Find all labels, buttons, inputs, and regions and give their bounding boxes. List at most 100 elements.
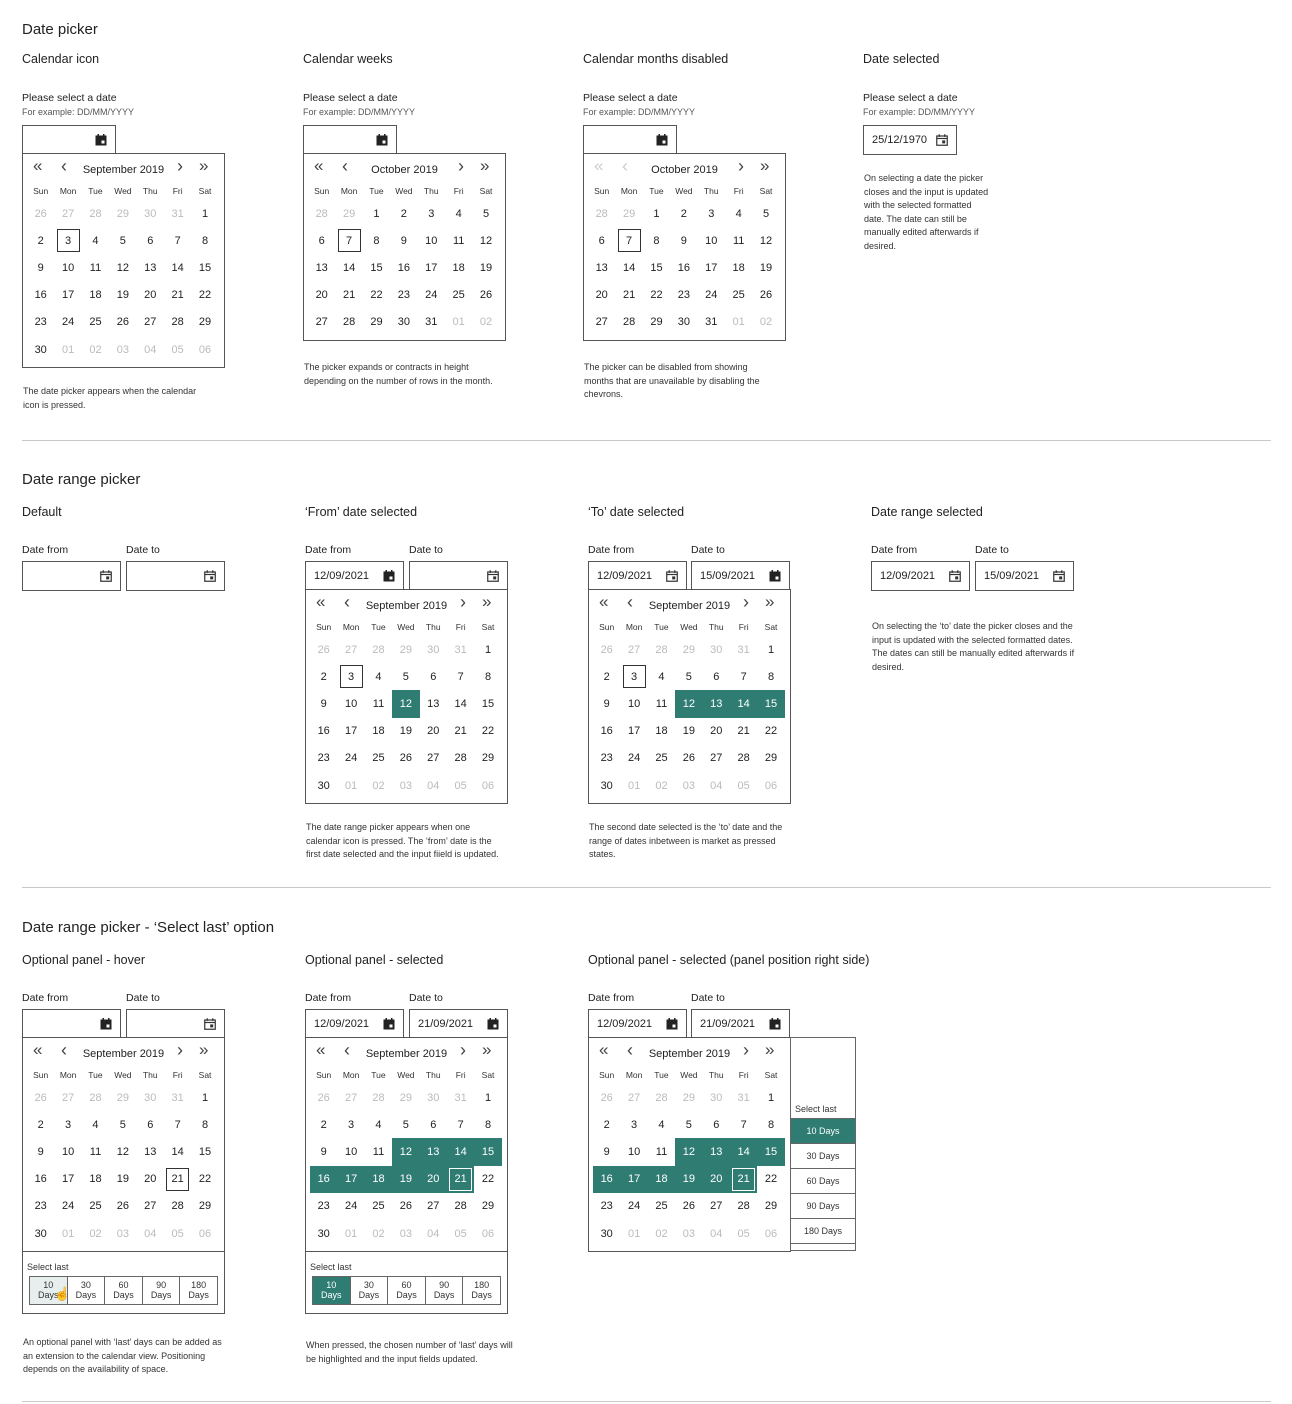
calendar-day[interactable]: 23 (390, 282, 417, 309)
select-last-option[interactable]: 30 Days (349, 1277, 388, 1305)
calendar-day[interactable]: 10 (620, 690, 647, 717)
calendar-day[interactable]: 7 (335, 227, 362, 254)
calendar-day[interactable]: 30 (593, 1220, 620, 1247)
calendar-day[interactable]: 8 (191, 227, 218, 254)
calendar-day[interactable]: 25 (648, 745, 675, 772)
calendar-icon[interactable] (1053, 569, 1065, 582)
calendar-day[interactable]: 28 (615, 309, 642, 336)
calendar-day[interactable]: 11 (648, 1138, 675, 1165)
calendar-day[interactable]: 15 (474, 690, 501, 717)
calendar-day[interactable]: 11 (445, 227, 472, 254)
calendar-day[interactable]: 3 (698, 200, 725, 227)
calendar-day[interactable]: 6 (420, 1111, 447, 1138)
calendar-day[interactable]: 5 (675, 663, 702, 690)
calendar-day[interactable]: 15 (757, 1138, 785, 1166)
calendar-day[interactable]: 24 (418, 282, 445, 309)
calendar-day[interactable]: 1 (474, 636, 501, 663)
calendar-day[interactable]: 25 (725, 282, 752, 309)
calendar-day[interactable]: 30 (27, 1220, 54, 1247)
calendar-day[interactable]: 8 (757, 1111, 784, 1138)
calendar-day[interactable]: 24 (54, 309, 81, 336)
calendar-icon[interactable] (204, 1017, 216, 1030)
calendar-day[interactable]: 15 (191, 254, 218, 281)
calendar-day[interactable]: 1 (474, 1084, 501, 1111)
calendar-day[interactable]: 25 (82, 309, 109, 336)
calendar-day[interactable]: 12 (392, 1138, 420, 1166)
calendar-day[interactable]: 8 (474, 1111, 501, 1138)
calendar-day[interactable]: 6 (308, 227, 335, 254)
calendar-day[interactable]: 29 (474, 745, 501, 772)
calendar-day[interactable]: 14 (164, 1138, 191, 1165)
select-last-option[interactable]: 180 Days (179, 1277, 217, 1305)
calendar-day[interactable]: 3 (620, 663, 647, 690)
calendar-day[interactable]: 7 (164, 227, 191, 254)
calendar-day[interactable]: 13 (702, 690, 730, 718)
calendar-day[interactable]: 3 (418, 200, 445, 227)
calendar-day[interactable]: 26 (675, 1193, 702, 1220)
calendar-icon[interactable] (656, 133, 668, 146)
calendar-day[interactable]: 30 (390, 309, 417, 336)
calendar-day[interactable]: 20 (137, 1166, 164, 1193)
calendar-day[interactable]: 7 (447, 663, 474, 690)
calendar-day[interactable]: 13 (588, 254, 615, 281)
date-from-input[interactable]: 12/09/2021 (588, 1009, 687, 1039)
calendar-day[interactable]: 2 (593, 1111, 620, 1138)
calendar-day[interactable]: 19 (752, 254, 779, 281)
calendar-day[interactable]: 27 (308, 309, 335, 336)
calendar-day[interactable]: 7 (730, 1111, 757, 1138)
calendar-day[interactable]: 22 (474, 1166, 501, 1193)
calendar-day[interactable]: 21 (729, 1165, 758, 1193)
calendar-day[interactable]: 22 (363, 282, 390, 309)
calendar-day[interactable]: 16 (310, 1165, 338, 1193)
calendar-day[interactable]: 23 (310, 1193, 337, 1220)
calendar-day[interactable]: 18 (725, 254, 752, 281)
calendar-day[interactable]: 20 (308, 282, 335, 309)
calendar-icon[interactable] (100, 569, 112, 582)
calendar-day[interactable]: 5 (392, 1111, 419, 1138)
calendar-day[interactable]: 14 (729, 1138, 758, 1166)
calendar-day[interactable]: 14 (446, 1138, 475, 1166)
calendar-day[interactable]: 13 (137, 254, 164, 281)
calendar-day[interactable]: 18 (648, 718, 675, 745)
calendar-day[interactable]: 22 (757, 718, 784, 745)
calendar-day[interactable]: 7 (730, 663, 757, 690)
calendar-day[interactable]: 27 (420, 745, 447, 772)
date-to-input[interactable]: 15/09/2021 (975, 561, 1074, 591)
date-from-input[interactable] (22, 561, 121, 591)
calendar-icon[interactable] (376, 133, 388, 146)
calendar-day[interactable]: 1 (757, 636, 784, 663)
calendar-day[interactable]: 20 (703, 718, 730, 745)
calendar-day[interactable]: 22 (643, 282, 670, 309)
calendar-icon[interactable] (487, 1017, 499, 1030)
calendar-day[interactable]: 12 (392, 690, 420, 718)
calendar-day[interactable]: 20 (419, 1165, 447, 1193)
calendar-day[interactable]: 28 (730, 745, 757, 772)
calendar-day[interactable]: 29 (191, 309, 218, 336)
calendar-day[interactable]: 11 (725, 227, 752, 254)
calendar-day[interactable]: 4 (82, 1111, 109, 1138)
calendar-day[interactable]: 21 (615, 282, 642, 309)
calendar-icon[interactable] (383, 1017, 395, 1030)
calendar-day[interactable]: 15 (363, 254, 390, 281)
calendar-day[interactable]: 21 (335, 282, 362, 309)
select-last-option[interactable]: 90 Days (141, 1277, 180, 1305)
calendar-day[interactable]: 9 (27, 1138, 54, 1165)
calendar-day[interactable]: 9 (593, 1138, 620, 1165)
calendar-day[interactable]: 15 (643, 254, 670, 281)
calendar-icon[interactable] (936, 133, 948, 146)
calendar-icon[interactable] (487, 569, 499, 582)
calendar-day[interactable]: 3 (337, 663, 364, 690)
calendar-day[interactable]: 6 (703, 663, 730, 690)
calendar-day[interactable]: 6 (703, 1111, 730, 1138)
calendar-day[interactable]: 9 (310, 1138, 337, 1165)
calendar-day[interactable]: 14 (447, 690, 474, 717)
calendar-day[interactable]: 11 (82, 1138, 109, 1165)
calendar-day[interactable]: 6 (420, 663, 447, 690)
calendar-icon[interactable] (383, 569, 395, 582)
calendar-icon[interactable] (95, 133, 107, 146)
calendar-day[interactable]: 5 (109, 1111, 136, 1138)
calendar-day[interactable]: 4 (82, 227, 109, 254)
select-last-option[interactable]: 30 Days (790, 1143, 856, 1169)
calendar-day[interactable]: 20 (588, 282, 615, 309)
calendar-day[interactable]: 19 (109, 282, 136, 309)
